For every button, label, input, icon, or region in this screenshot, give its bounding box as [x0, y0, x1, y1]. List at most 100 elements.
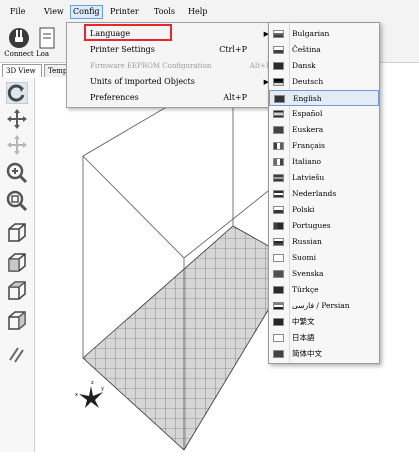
highlight-box — [84, 24, 172, 41]
view-front-icon[interactable] — [6, 252, 28, 274]
gb-flag-icon — [274, 95, 285, 103]
language-item[interactable]: English — [269, 90, 379, 106]
lv-flag-icon — [273, 174, 284, 182]
se-flag-icon — [273, 270, 284, 278]
move-icon[interactable] — [6, 108, 28, 130]
tab-3d-view[interactable]: 3D View — [2, 64, 42, 77]
language-submenu: Bulgarian Čeština Dansk Deutsch English Españ… — [268, 22, 380, 364]
language-label: Čeština — [292, 45, 321, 54]
view-isometric-icon[interactable] — [6, 222, 28, 244]
zoom-fit-icon[interactable] — [6, 190, 28, 212]
menu-item-shortcut: Alt+P — [223, 93, 247, 102]
fi-flag-icon — [273, 254, 284, 262]
language-label: 中繁文 — [292, 317, 315, 326]
zoom-in-icon[interactable] — [6, 162, 28, 184]
language-item[interactable]: Latviešu — [269, 170, 379, 186]
jp-flag-icon — [273, 334, 284, 342]
language-label: Svenska — [292, 269, 324, 278]
tw-flag-icon — [273, 318, 284, 326]
language-item[interactable]: Čeština — [269, 42, 379, 58]
language-label: Suomi — [292, 253, 316, 262]
it-flag-icon — [273, 158, 284, 166]
language-item[interactable]: 中繁文 — [269, 314, 379, 330]
language-item[interactable]: Dansk — [269, 58, 379, 74]
eus-flag-icon — [273, 126, 284, 134]
language-label: Bulgarian — [292, 29, 330, 38]
language-label: English — [293, 94, 322, 103]
ru-flag-icon — [273, 238, 284, 246]
move-disabled-icon[interactable] — [6, 134, 28, 156]
menu-view[interactable]: View — [42, 6, 66, 18]
document-icon — [39, 27, 55, 49]
reset-view-icon[interactable] — [6, 82, 28, 104]
menu-tools[interactable]: Tools — [152, 6, 177, 18]
pt-flag-icon — [273, 222, 284, 230]
menu-help[interactable]: Help — [186, 6, 209, 18]
bg-flag-icon — [273, 30, 284, 38]
language-item[interactable]: 简体中文 — [269, 346, 379, 362]
menu-item-printer-settings[interactable]: Printer Settings Ctrl+P — [67, 42, 275, 58]
language-item[interactable]: Russian — [269, 234, 379, 250]
language-item[interactable]: Español — [269, 106, 379, 122]
dk-flag-icon — [273, 62, 284, 70]
menu-item-preferences[interactable]: Preferences Alt+P — [67, 90, 275, 106]
cz-flag-icon — [273, 46, 284, 54]
menu-file[interactable]: File — [8, 6, 27, 18]
language-label: 日本語 — [292, 333, 315, 342]
menu-item-label: Firmware EEPROM Configuration — [90, 62, 212, 70]
language-label: Türkçe — [292, 285, 319, 294]
svg-text:x: x — [75, 392, 78, 398]
de-flag-icon — [273, 78, 284, 86]
language-label: Nederlands — [292, 189, 337, 198]
axis-gizmo: x y z — [75, 380, 104, 408]
language-item[interactable]: فارسی / Persian — [269, 298, 379, 314]
ir-flag-icon — [273, 302, 284, 310]
language-item[interactable]: Français — [269, 138, 379, 154]
language-item[interactable]: Deutsch — [269, 74, 379, 90]
language-item[interactable]: Portugues — [269, 218, 379, 234]
menu-item-firmware-eeprom: Firmware EEPROM Configuration Alt+E — [67, 58, 275, 74]
language-label: Euskera — [292, 125, 324, 134]
fr-flag-icon — [273, 142, 284, 150]
language-item[interactable]: Italiano — [269, 154, 379, 170]
language-item[interactable]: 日本語 — [269, 330, 379, 346]
language-label: Deutsch — [292, 77, 324, 86]
perspective-icon[interactable] — [6, 342, 28, 364]
menu-item-units[interactable]: Units of imported Objects ▶ — [67, 74, 275, 90]
power-plug-icon — [9, 28, 29, 48]
language-item[interactable]: Nederlands — [269, 186, 379, 202]
language-label: Russian — [292, 237, 322, 246]
cn-flag-icon — [273, 350, 284, 358]
language-item[interactable]: Polski — [269, 202, 379, 218]
language-label: فارسی / Persian — [292, 301, 350, 310]
menu-printer[interactable]: Printer — [108, 6, 141, 18]
view-top-icon[interactable] — [6, 280, 28, 302]
language-label: Latviešu — [292, 173, 325, 182]
pl-flag-icon — [273, 206, 284, 214]
language-label: 简体中文 — [292, 349, 322, 358]
connect-label: Connect — [4, 50, 34, 58]
svg-text:y: y — [101, 386, 104, 392]
language-item[interactable]: Bulgarian — [269, 26, 379, 42]
menu-bar: File View Config Printer Tools Help — [0, 0, 419, 22]
language-item[interactable]: Svenska — [269, 266, 379, 282]
language-label: Français — [292, 141, 326, 150]
connect-button[interactable]: Connect — [2, 24, 36, 60]
menu-item-label: Units of imported Objects — [90, 77, 195, 86]
print-bed — [82, 225, 298, 451]
menu-item-label: Printer Settings — [90, 45, 155, 54]
language-item[interactable]: Türkçe — [269, 282, 379, 298]
nl-flag-icon — [273, 190, 284, 198]
language-item[interactable]: Suomi — [269, 250, 379, 266]
language-label: Dansk — [292, 61, 316, 70]
view-toolbar — [0, 78, 35, 452]
language-label: Italiano — [292, 157, 322, 166]
menu-config[interactable]: Config — [70, 5, 103, 19]
menu-item-shortcut: Ctrl+P — [219, 45, 247, 54]
language-label: Polski — [292, 205, 315, 214]
language-label: Español — [292, 109, 323, 118]
load-button[interactable]: Loa — [36, 24, 58, 60]
view-side-icon[interactable] — [6, 310, 28, 332]
es-flag-icon — [273, 110, 284, 118]
language-item[interactable]: Euskera — [269, 122, 379, 138]
